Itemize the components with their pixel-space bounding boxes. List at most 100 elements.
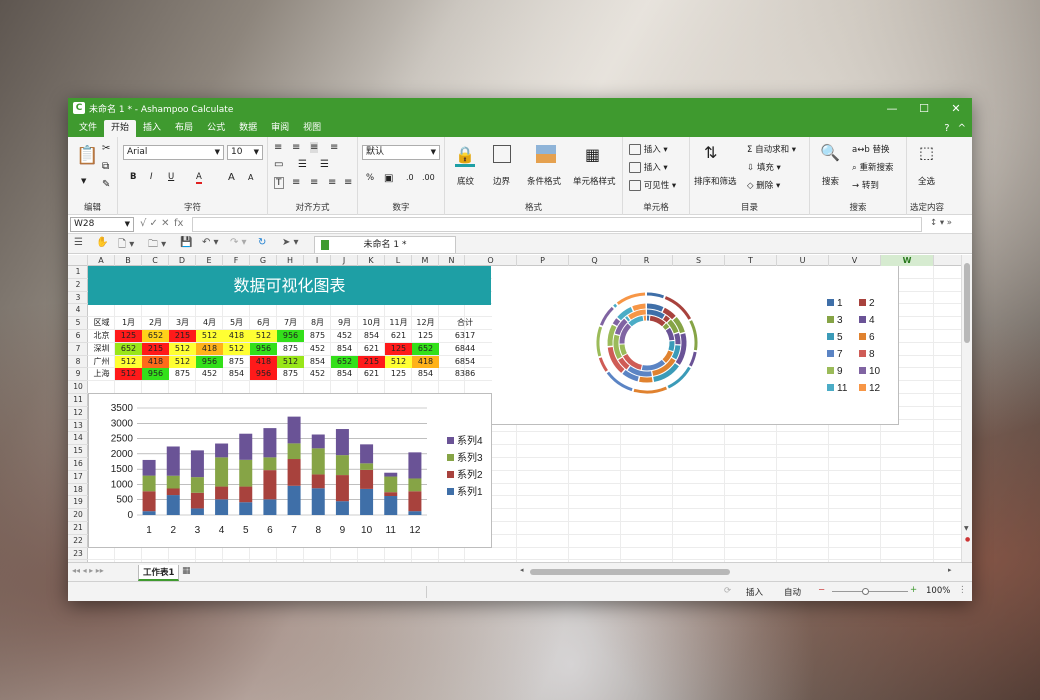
table-cell[interactable]: 652 bbox=[115, 342, 142, 355]
table-cell[interactable]: 452 bbox=[196, 368, 223, 380]
table-cell[interactable]: 854 bbox=[223, 368, 250, 380]
table-cell[interactable]: 854 bbox=[331, 368, 358, 380]
table-cell[interactable]: 621 bbox=[358, 343, 385, 355]
row-header[interactable]: 22 bbox=[68, 535, 88, 548]
accept-icon[interactable]: √ ✓ ✕ bbox=[140, 218, 170, 229]
column-header[interactable]: G bbox=[250, 255, 277, 266]
row-header[interactable]: 6 bbox=[68, 330, 88, 343]
merge-cells-icon[interactable]: ▭ bbox=[274, 159, 283, 170]
column-header[interactable]: J bbox=[331, 255, 358, 266]
table-cell[interactable]: 652 bbox=[142, 330, 169, 342]
table-header-cell[interactable]: 4月 bbox=[196, 317, 223, 329]
new-file-icon[interactable]: 🗋 ▾ bbox=[118, 237, 134, 254]
italic-button[interactable]: I bbox=[150, 172, 153, 182]
font-color-button[interactable]: A bbox=[196, 172, 202, 184]
scroll-right-icon[interactable]: ▸ bbox=[948, 566, 952, 574]
table-cell[interactable]: 452 bbox=[304, 368, 331, 380]
table-cell[interactable]: 452 bbox=[304, 343, 331, 355]
table-cell[interactable]: 875 bbox=[277, 368, 304, 380]
tab-review[interactable]: 审阅 bbox=[264, 120, 296, 137]
zoom-in-button[interactable]: + bbox=[910, 585, 917, 595]
table-cell[interactable]: 854 bbox=[358, 330, 385, 342]
insert-mode[interactable]: 插入 bbox=[746, 586, 763, 598]
add-sheet-icon[interactable]: ▦ bbox=[182, 566, 191, 576]
cut-icon[interactable]: ✂ bbox=[102, 143, 110, 154]
tab-file[interactable]: 文件 bbox=[72, 120, 104, 137]
number-format-select[interactable]: 默认 ▼ bbox=[362, 145, 440, 160]
cell-style-button[interactable]: 单元格样式 bbox=[573, 175, 616, 187]
row-header[interactable]: 19 bbox=[68, 496, 88, 510]
goto-button[interactable]: → 转到 bbox=[852, 179, 879, 191]
table-cell[interactable]: 215 bbox=[358, 355, 385, 368]
table-cell[interactable]: 652 bbox=[412, 342, 439, 355]
delete-button[interactable]: ◇ 删除 ▾ bbox=[747, 179, 780, 191]
row-header[interactable]: 9 bbox=[68, 368, 88, 382]
zoom-slider-track[interactable] bbox=[832, 591, 908, 592]
outdent-icon[interactable]: ☰ bbox=[320, 159, 329, 170]
table-cell[interactable]: 621 bbox=[358, 368, 385, 380]
search-button[interactable]: 搜索 bbox=[822, 175, 839, 187]
align-bottom-icon[interactable]: ≡ bbox=[310, 142, 319, 153]
search-icon[interactable]: 🔍 bbox=[820, 143, 840, 162]
shrink-font-button[interactable]: A bbox=[248, 173, 253, 182]
table-cell[interactable]: 418 bbox=[196, 342, 223, 355]
column-header[interactable]: C bbox=[142, 255, 169, 266]
menu-icon[interactable]: ☰ bbox=[74, 237, 83, 248]
table-header-cell[interactable]: 12月 bbox=[412, 317, 439, 329]
column-header[interactable]: U bbox=[777, 255, 829, 266]
tab-formula[interactable]: 公式 bbox=[200, 120, 232, 137]
document-tab[interactable]: 未命名 1 * bbox=[314, 236, 456, 253]
table-cell[interactable]: 上海 bbox=[88, 368, 115, 380]
copy-icon[interactable]: ⧉ bbox=[102, 161, 109, 172]
bar-chart[interactable]: 0 500 1000 1500 2000 2500 3000 3500 1 2 3 4 5 6 7 8 9 10 1… bbox=[88, 393, 492, 548]
table-cell[interactable]: 512 bbox=[385, 355, 412, 368]
table-cell[interactable]: 512 bbox=[277, 355, 304, 368]
horizontal-scroll-thumb[interactable] bbox=[530, 569, 730, 575]
table-cell[interactable]: 6854 bbox=[439, 356, 491, 368]
table-cell[interactable]: 418 bbox=[250, 355, 277, 368]
hand-icon[interactable]: ✋ bbox=[96, 237, 108, 248]
underline-button[interactable]: U bbox=[168, 172, 174, 182]
formula-input[interactable] bbox=[192, 217, 922, 232]
table-cell[interactable]: 北京 bbox=[88, 330, 115, 342]
table-cell[interactable]: 6844 bbox=[439, 343, 491, 355]
percent-button[interactable]: % bbox=[366, 173, 374, 183]
table-header-cell[interactable]: 7月 bbox=[277, 317, 304, 329]
table-cell[interactable]: 125 bbox=[115, 330, 142, 342]
nav-dot-icon[interactable]: ● bbox=[965, 536, 970, 543]
table-cell[interactable]: 452 bbox=[331, 330, 358, 342]
table-cell[interactable]: 621 bbox=[385, 330, 412, 342]
font-size-select[interactable]: 10 ▼ bbox=[227, 145, 263, 160]
table-header-cell[interactable]: 10月 bbox=[358, 317, 385, 329]
row-header[interactable]: 5 bbox=[68, 317, 88, 330]
decrease-decimal-icon[interactable]: .00 bbox=[422, 173, 435, 182]
table-header-cell[interactable]: 8月 bbox=[304, 317, 331, 329]
column-header[interactable]: Q bbox=[569, 255, 621, 266]
scroll-left-icon[interactable]: ◂ bbox=[520, 566, 524, 574]
research-button[interactable]: ⌕ 重新搜索 bbox=[852, 161, 893, 173]
table-cell[interactable]: 512 bbox=[115, 368, 142, 381]
table-cell[interactable]: 215 bbox=[142, 342, 169, 355]
row-header[interactable]: 3 bbox=[68, 292, 88, 305]
visibility-button[interactable]: 可见性 ▾ bbox=[629, 179, 676, 191]
cell-reference-box[interactable]: W28 ▼ bbox=[70, 217, 134, 232]
table-cell[interactable]: 512 bbox=[169, 355, 196, 368]
row-header[interactable]: 1 bbox=[68, 266, 88, 279]
collapse-ribbon-icon[interactable]: ^ bbox=[958, 120, 966, 137]
row-header[interactable]: 12 bbox=[68, 407, 88, 420]
table-cell[interactable]: 125 bbox=[385, 368, 412, 380]
fill-button[interactable]: ⇩ 填充 ▾ bbox=[747, 161, 781, 173]
row-header[interactable]: 23 bbox=[68, 548, 88, 561]
column-header[interactable]: M bbox=[412, 255, 439, 266]
status-menu-icon[interactable]: ⋮ bbox=[958, 585, 967, 595]
paste-icon[interactable]: 📋 bbox=[76, 145, 98, 166]
tab-insert[interactable]: 插入 bbox=[136, 120, 168, 137]
column-header[interactable]: L bbox=[385, 255, 412, 266]
refresh-icon[interactable]: ↻ bbox=[258, 237, 266, 248]
table-cell[interactable]: 956 bbox=[142, 368, 169, 381]
select-all-icon[interactable]: ⬚ bbox=[919, 143, 934, 162]
border-button[interactable]: 边界 bbox=[493, 175, 510, 187]
table-cell[interactable]: 512 bbox=[223, 342, 250, 355]
table-cell[interactable]: 418 bbox=[223, 330, 250, 342]
table-cell[interactable]: 215 bbox=[169, 330, 196, 342]
